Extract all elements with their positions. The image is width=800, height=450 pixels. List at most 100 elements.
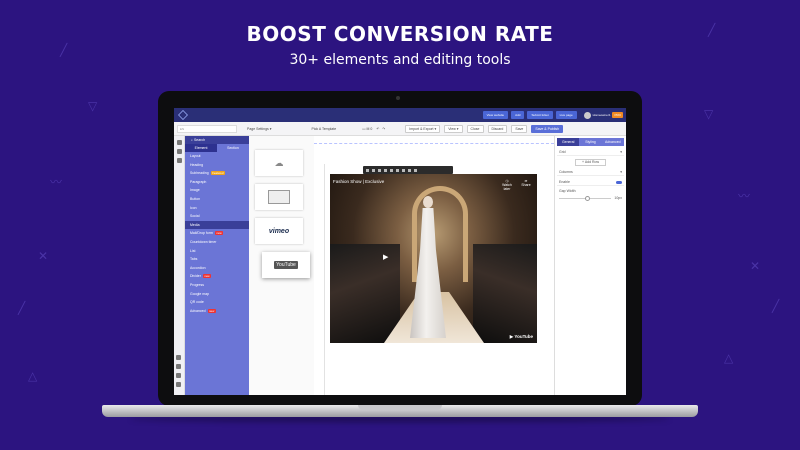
new-badge: new xyxy=(214,231,224,236)
editor-toolbar: EN Page Settings ▾ Pick A Template ▭ M 0… xyxy=(174,122,626,136)
vimeo-element[interactable]: vimeo xyxy=(255,218,303,244)
sidebar-item-icon[interactable]: Icon xyxy=(185,204,249,213)
gear-icon[interactable] xyxy=(176,382,181,387)
share-button[interactable]: ➦ Share xyxy=(518,179,534,187)
code-icon[interactable] xyxy=(402,168,405,172)
view-button[interactable]: View ▾ xyxy=(444,124,463,133)
element-list: Layout Heading Subheading Featured Paragr… xyxy=(185,152,249,315)
duplicate-icon[interactable] xyxy=(408,168,411,172)
sidebar-item-mail-drop-form[interactable]: Mail/Drop form new xyxy=(185,229,249,238)
sidebar-item-list[interactable]: List xyxy=(185,247,249,256)
plan-badge: PRO xyxy=(612,112,623,118)
sidebar-item-heading[interactable]: Heading xyxy=(185,161,249,170)
pick-template-button[interactable]: Pick A Template xyxy=(312,127,337,131)
sidebar-item-layout[interactable]: Layout xyxy=(185,152,249,161)
tab-general[interactable]: General xyxy=(557,138,580,146)
live-page-button[interactable]: Live page xyxy=(555,111,577,119)
sidebar-item-advanced[interactable]: Advanced new xyxy=(185,307,249,316)
sidebar-item-label: Paragraph xyxy=(190,179,207,184)
enable-label: Enable xyxy=(559,180,570,184)
sidebar-item-label: Icon xyxy=(190,205,197,210)
tab-element[interactable]: Element xyxy=(185,144,217,152)
add-button[interactable]: Add xyxy=(511,111,525,119)
soundcloud-element[interactable]: ☁ xyxy=(255,150,303,176)
apps-icon[interactable] xyxy=(176,373,181,378)
app-logo-icon[interactable] xyxy=(178,110,188,120)
folder-icon[interactable] xyxy=(176,158,182,163)
hero-title: BOOST CONVERSION RATE xyxy=(246,22,554,46)
history-icon[interactable] xyxy=(176,355,181,360)
link-icon[interactable] xyxy=(390,168,393,172)
decorative-squiggle: 〰 xyxy=(50,175,63,189)
slider-handle[interactable] xyxy=(585,195,591,201)
editor-canvas[interactable]: Fashion Show | Exclusive ◷ Watch later ➦ S… xyxy=(314,136,554,395)
close-button[interactable]: Close xyxy=(466,124,484,133)
watch-later-button[interactable]: ◷ Watch later xyxy=(499,179,515,191)
grid-icon[interactable] xyxy=(176,364,181,369)
sidebar-item-image[interactable]: Image xyxy=(185,186,249,195)
settings-icon[interactable] xyxy=(384,168,387,172)
visibility-icon[interactable] xyxy=(396,168,399,172)
sidebar-item-subheading[interactable]: Subheading Featured xyxy=(185,169,249,178)
user-menu[interactable]: Homeowner1 PRO xyxy=(583,111,623,119)
sidebar-item-button[interactable]: Button xyxy=(185,195,249,204)
youtube-element[interactable]: YouTube xyxy=(262,252,319,280)
sidebar-item-progress[interactable]: Progress xyxy=(185,281,249,290)
device-toggle[interactable]: ▭ M 0 xyxy=(362,127,372,131)
edit-icon[interactable] xyxy=(372,168,375,172)
laptop-notch xyxy=(358,405,442,410)
save-button[interactable]: Save xyxy=(511,124,528,133)
sidebar-item-label: Advanced xyxy=(190,308,206,313)
panel-tabs: General Styling Advanced xyxy=(557,138,624,146)
video-element[interactable] xyxy=(255,184,303,210)
youtube-video-embed[interactable]: Fashion Show | Exclusive ◷ Watch later ➦ S… xyxy=(330,174,537,343)
thumbnail-audience-right xyxy=(473,244,537,343)
save-publish-button[interactable]: Save & Publish xyxy=(531,124,564,133)
sidebar-item-divider[interactable]: Divider new xyxy=(185,272,249,281)
youtube-logo: YouTube xyxy=(274,261,298,269)
delete-icon[interactable] xyxy=(414,168,417,172)
tab-styling[interactable]: Styling xyxy=(579,138,602,146)
thumbnail-audience-left xyxy=(330,244,400,343)
view-website-button[interactable]: View website xyxy=(482,111,509,119)
add-row-button[interactable]: + Add Row xyxy=(575,159,606,166)
slider-label: Gap Width xyxy=(559,189,576,193)
play-icon[interactable]: ▶ xyxy=(383,253,388,261)
media-elements-panel: ☁ vimeo YouTube xyxy=(249,136,319,395)
redo-icon[interactable]: ↷ xyxy=(382,127,385,131)
tab-advanced[interactable]: Advanced xyxy=(601,138,624,146)
sidebar-item-paragraph[interactable]: Paragraph xyxy=(185,178,249,187)
undo-icon[interactable]: ↶ xyxy=(376,127,379,131)
import-export-button[interactable]: Import & Export ▾ xyxy=(405,124,441,133)
copy-icon[interactable] xyxy=(378,168,381,172)
youtube-watermark[interactable]: ▶ YouTube xyxy=(510,334,533,340)
sidebar-item-accordion[interactable]: Accordion xyxy=(185,264,249,273)
submit-ticket-button[interactable]: Submit ticket xyxy=(527,111,553,119)
grid-row[interactable]: Grid ▾ xyxy=(557,149,624,156)
columns-row[interactable]: Columns ▾ xyxy=(557,169,624,176)
sidebar-item-social[interactable]: Social xyxy=(185,212,249,221)
sidebar-item-qr-code[interactable]: QR code xyxy=(185,298,249,307)
new-badge: new xyxy=(207,308,216,313)
element-toolbar xyxy=(363,166,453,174)
pages-icon[interactable] xyxy=(176,149,182,154)
zoom-value: 0 xyxy=(370,126,373,131)
move-icon[interactable] xyxy=(366,168,369,172)
sidebar-item-tabs[interactable]: Tabs xyxy=(185,255,249,264)
share-label: Share xyxy=(521,183,531,187)
sidebar-item-media[interactable]: Media xyxy=(185,220,249,230)
layers-icon[interactable] xyxy=(176,140,182,145)
page-settings-menu[interactable]: Page Settings ▾ xyxy=(247,127,272,131)
decorative-triangle: △ xyxy=(28,369,38,383)
language-select[interactable]: EN xyxy=(177,124,237,133)
discard-button[interactable]: Discard xyxy=(487,124,508,133)
topbar-actions: View website Add Submit ticket Live page… xyxy=(482,111,626,119)
sidebar-item-google-map[interactable]: Google map xyxy=(185,290,249,299)
sidebar-item-countdown-timer[interactable]: Countdown timer xyxy=(185,238,249,247)
columns-label: Columns xyxy=(559,170,573,174)
tab-section[interactable]: Section xyxy=(217,144,249,152)
enable-toggle[interactable] xyxy=(616,180,622,184)
sidebar-search[interactable]: ⌕ Search xyxy=(185,136,249,144)
slider-track[interactable] xyxy=(559,195,612,201)
chevron-down-icon: ▾ xyxy=(620,150,622,154)
